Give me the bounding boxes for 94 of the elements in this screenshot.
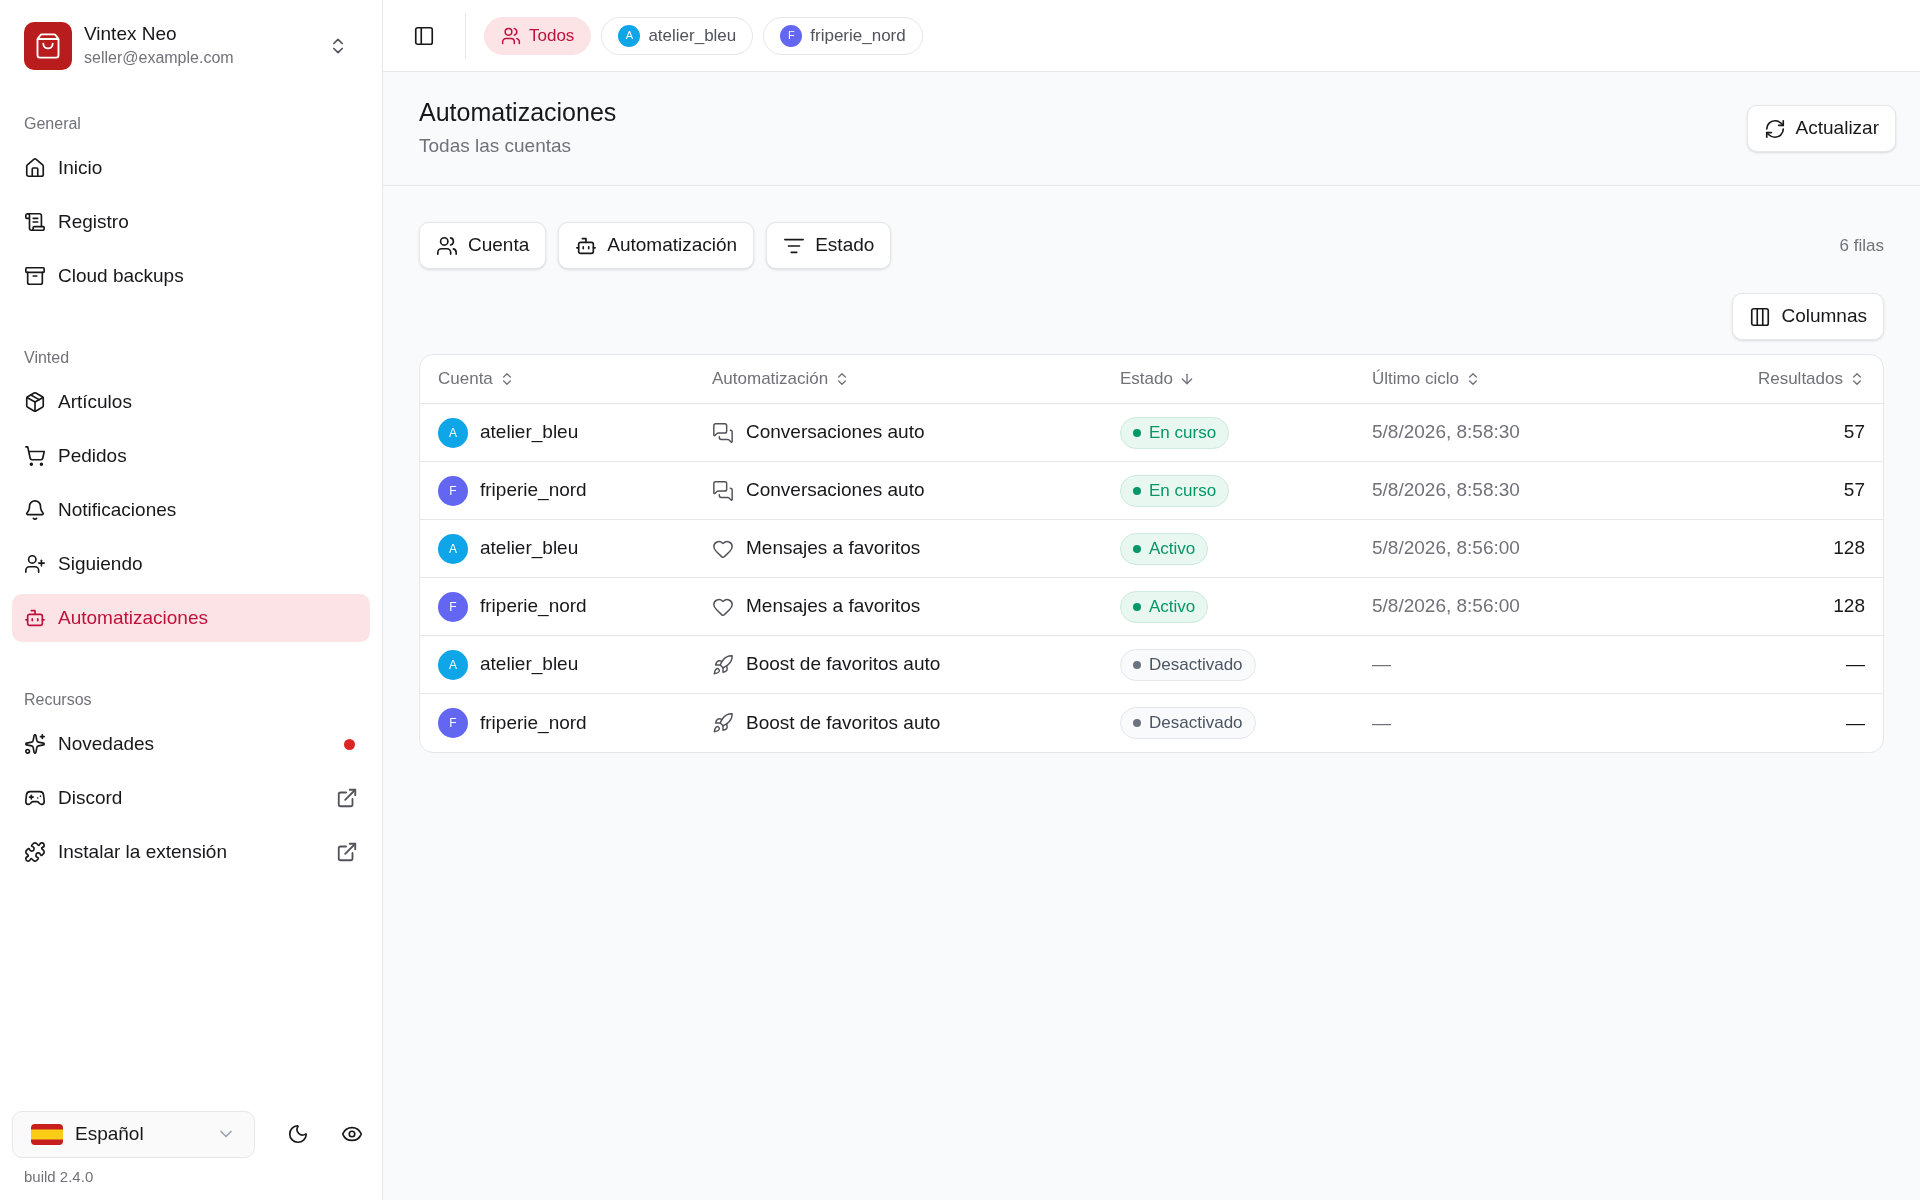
page-title: Automatizaciones — [419, 96, 617, 128]
column-header[interactable]: Estado — [1120, 366, 1195, 392]
rocket-icon — [712, 653, 734, 676]
users-icon — [436, 234, 458, 257]
column-header[interactable]: Último ciclo — [1372, 366, 1481, 392]
page-subtitle: Todas las cuentas — [419, 133, 573, 158]
section-title: Vinted — [23, 348, 71, 368]
build-version: build 2.4.0 — [23, 1166, 95, 1187]
results-count: 128 — [1833, 536, 1865, 561]
avatar: A — [438, 649, 468, 680]
nav-item[interactable]: Automatizaciones — [12, 594, 370, 642]
nav-item[interactable]: Artículos — [12, 378, 370, 426]
last-cycle: — — [1372, 652, 1391, 677]
bell-icon — [24, 499, 46, 521]
app-name: Vintex Neo — [84, 22, 178, 46]
status-badge: Activo — [1120, 532, 1209, 565]
results-count: — — [1846, 652, 1865, 677]
column-header[interactable]: Automatización — [712, 366, 851, 392]
row-count: 6 filas — [1839, 234, 1884, 257]
last-cycle: 5/8/2026, 8:58:30 — [1372, 420, 1520, 445]
cart-icon — [24, 445, 46, 467]
status-badge: Desactivado — [1120, 648, 1256, 681]
robot-icon — [24, 607, 46, 629]
nav-item[interactable]: Discord — [12, 774, 370, 822]
filter-button[interactable]: Estado — [766, 222, 892, 269]
status-badge: Desactivado — [1120, 707, 1256, 739]
results-count: 57 — [1843, 420, 1865, 445]
chat-icon — [712, 479, 734, 502]
account-name: friperie_nord — [480, 594, 587, 619]
automation-name: Mensajes a favoritos — [746, 594, 921, 619]
section-title: General — [23, 114, 82, 134]
automation-name: Boost de favoritos auto — [746, 710, 941, 735]
refresh-button[interactable]: Actualizar — [1746, 105, 1896, 152]
status-badge: En curso — [1120, 416, 1230, 449]
sparkles-icon — [24, 733, 46, 755]
avatar: A — [438, 533, 468, 564]
account-name: atelier_bleu — [480, 420, 579, 445]
results-count: — — [1846, 710, 1865, 735]
puzzle-icon — [24, 841, 46, 863]
automation-name: Conversaciones auto — [746, 478, 925, 503]
sidebar-toggle-icon[interactable] — [413, 24, 435, 47]
filter-button[interactable]: Cuenta — [419, 222, 547, 269]
account-name: friperie_nord — [480, 478, 587, 503]
nav-item[interactable]: Notificaciones — [12, 486, 370, 534]
last-cycle: 5/8/2026, 8:58:30 — [1372, 478, 1520, 503]
account-name: atelier_bleu — [480, 652, 579, 677]
moon-icon[interactable] — [287, 1123, 309, 1145]
status-badge: En curso — [1120, 474, 1230, 507]
automation-name: Mensajes a favoritos — [746, 536, 921, 561]
spain-flag-icon — [31, 1123, 63, 1145]
last-cycle: — — [1372, 710, 1391, 735]
avatar: A — [618, 24, 641, 47]
automation-name: Boost de favoritos auto — [746, 652, 941, 677]
nav-item[interactable]: Pedidos — [12, 432, 370, 480]
nav-item[interactable]: Registro — [12, 198, 370, 246]
filter-button[interactable]: Automatización — [558, 222, 755, 269]
results-count: 57 — [1843, 478, 1865, 503]
column-header[interactable]: Cuenta — [438, 366, 515, 392]
bag-logo-icon — [24, 22, 72, 70]
refresh-icon — [1763, 117, 1786, 140]
automation-name: Conversaciones auto — [746, 420, 925, 445]
nav-item[interactable]: Novedades — [12, 720, 370, 768]
avatar: A — [438, 417, 468, 448]
users-icon — [501, 25, 521, 46]
account-email: seller@example.com — [84, 47, 235, 68]
archive-icon — [24, 265, 46, 287]
account-tab[interactable]: A atelier_bleu — [601, 16, 754, 55]
nav-item[interactable]: Cloud backups — [12, 252, 370, 300]
house-icon — [24, 157, 46, 179]
avatar: F — [438, 591, 468, 622]
language-select[interactable]: Español — [12, 1110, 255, 1158]
scroll-icon — [24, 211, 46, 233]
avatar: F — [780, 24, 803, 47]
column-header[interactable]: Resultados — [1757, 366, 1865, 392]
chat-icon — [712, 421, 734, 444]
section-title: Recursos — [23, 690, 93, 710]
columns-button[interactable]: Columnas — [1732, 293, 1884, 340]
user-plus-icon — [24, 553, 46, 575]
avatar: F — [438, 475, 468, 506]
last-cycle: 5/8/2026, 8:56:00 — [1372, 594, 1520, 619]
last-cycle: 5/8/2026, 8:56:00 — [1372, 536, 1520, 561]
rocket-icon — [712, 712, 734, 734]
results-count: 128 — [1833, 594, 1865, 619]
avatar: F — [438, 708, 468, 738]
account-tab[interactable]: Todos — [484, 16, 592, 55]
nav-item[interactable]: Siguiendo — [12, 540, 370, 588]
account-name: friperie_nord — [480, 710, 587, 736]
package-icon — [24, 391, 46, 413]
account-tab[interactable]: F friperie_nord — [763, 16, 923, 55]
nav-item[interactable]: Instalar la extensión — [12, 828, 370, 876]
columns-icon — [1749, 305, 1772, 328]
account-name: atelier_bleu — [480, 536, 579, 561]
nav-item[interactable]: Inicio — [12, 144, 370, 192]
status-badge: Activo — [1120, 590, 1209, 623]
